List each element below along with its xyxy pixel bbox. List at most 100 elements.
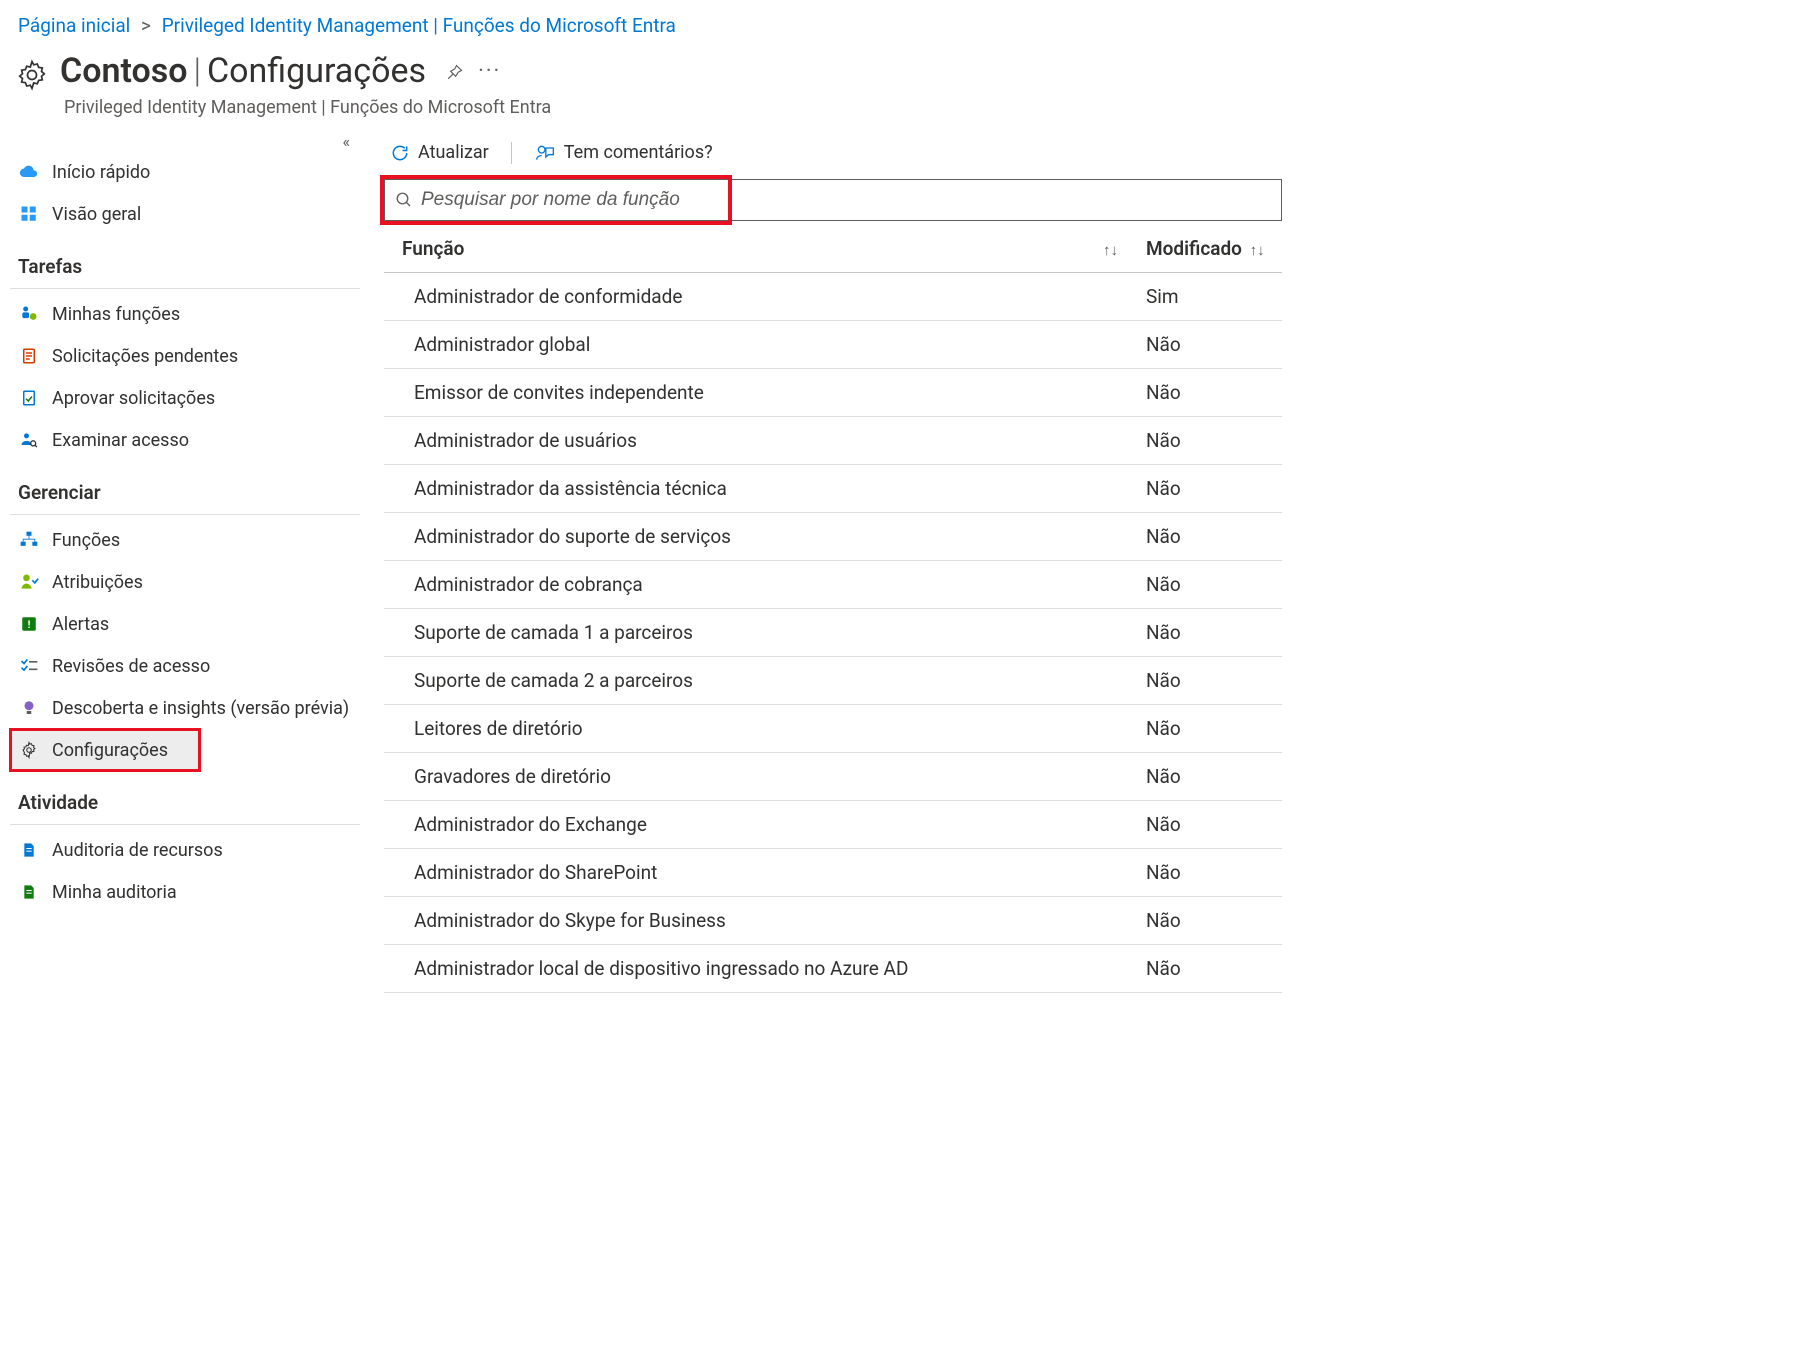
sidebar: « Início rápido Visão geral Tarefas Minh… bbox=[0, 132, 360, 913]
org-icon bbox=[18, 529, 40, 551]
cell-role: Emissor de convites independente bbox=[384, 369, 1132, 417]
document-green-icon bbox=[18, 881, 40, 903]
sidebar-item-my-audit[interactable]: Minha auditoria bbox=[10, 871, 360, 913]
sidebar-item-label: Minha auditoria bbox=[52, 882, 177, 903]
table-row[interactable]: Administrador da assistência técnicaNão bbox=[384, 465, 1282, 513]
cell-modified: Não bbox=[1132, 945, 1282, 993]
cell-role: Administrador global bbox=[384, 321, 1132, 369]
cell-modified: Não bbox=[1132, 609, 1282, 657]
sidebar-section-tasks: Tarefas bbox=[10, 235, 360, 289]
gear-icon bbox=[18, 739, 40, 761]
column-sort-role[interactable]: ↑↓ bbox=[1085, 225, 1132, 273]
toolbar: Atualizar Tem comentários? bbox=[384, 132, 1282, 179]
alert-icon: ! bbox=[18, 613, 40, 635]
feedback-button[interactable]: Tem comentários? bbox=[528, 138, 719, 167]
sidebar-section-activity: Atividade bbox=[10, 771, 360, 825]
cell-modified: Não bbox=[1132, 513, 1282, 561]
table-row[interactable]: Administrador do ExchangeNão bbox=[384, 801, 1282, 849]
cell-modified: Sim bbox=[1132, 273, 1282, 321]
cell-role: Suporte de camada 2 a parceiros bbox=[384, 657, 1132, 705]
sidebar-item-assignments[interactable]: Atribuições bbox=[10, 561, 360, 603]
sidebar-item-label: Examinar acesso bbox=[52, 430, 189, 451]
cell-role: Administrador de usuários bbox=[384, 417, 1132, 465]
cell-modified: Não bbox=[1132, 705, 1282, 753]
breadcrumb: Página inicial > Privileged Identity Man… bbox=[0, 0, 1282, 45]
refresh-button[interactable]: Atualizar bbox=[384, 138, 495, 167]
sidebar-item-pending-requests[interactable]: Solicitações pendentes bbox=[10, 335, 360, 377]
sidebar-item-discovery[interactable]: Descoberta e insights (versão prévia) bbox=[10, 687, 360, 729]
table-row[interactable]: Leitores de diretórioNão bbox=[384, 705, 1282, 753]
cell-modified: Não bbox=[1132, 849, 1282, 897]
table-row[interactable]: Administrador do Skype for BusinessNão bbox=[384, 897, 1282, 945]
cell-role: Leitores de diretório bbox=[384, 705, 1132, 753]
column-header-modified[interactable]: Modificado ↑↓ bbox=[1132, 225, 1282, 273]
checklist-icon bbox=[18, 655, 40, 677]
sidebar-item-label: Funções bbox=[52, 530, 120, 551]
refresh-label: Atualizar bbox=[418, 142, 489, 163]
sidebar-item-label: Início rápido bbox=[52, 162, 150, 183]
cell-role: Administrador do Exchange bbox=[384, 801, 1132, 849]
search-input[interactable] bbox=[421, 189, 1271, 211]
toolbar-divider bbox=[511, 142, 512, 164]
cell-role: Administrador de conformidade bbox=[384, 273, 1132, 321]
sidebar-item-label: Atribuições bbox=[52, 572, 143, 593]
sidebar-item-access-reviews[interactable]: Revisões de acesso bbox=[10, 645, 360, 687]
cell-modified: Não bbox=[1132, 657, 1282, 705]
sidebar-item-quickstart[interactable]: Início rápido bbox=[10, 151, 360, 193]
sidebar-item-roles[interactable]: Funções bbox=[10, 519, 360, 561]
table-row[interactable]: Administrador local de dispositivo ingre… bbox=[384, 945, 1282, 993]
chevron-right-icon: > bbox=[141, 14, 151, 37]
table-row[interactable]: Gravadores de diretórioNão bbox=[384, 753, 1282, 801]
feedback-label: Tem comentários? bbox=[564, 142, 713, 163]
sidebar-item-label: Revisões de acesso bbox=[52, 656, 210, 677]
table-row[interactable]: Suporte de camada 1 a parceirosNão bbox=[384, 609, 1282, 657]
sidebar-item-alerts[interactable]: ! Alertas bbox=[10, 603, 360, 645]
cell-role: Suporte de camada 1 a parceiros bbox=[384, 609, 1132, 657]
clipboard-check-icon bbox=[18, 387, 40, 409]
collapse-sidebar-icon[interactable]: « bbox=[10, 132, 360, 151]
breadcrumb-home[interactable]: Página inicial bbox=[18, 14, 130, 37]
table-row[interactable]: Administrador globalNão bbox=[384, 321, 1282, 369]
sidebar-item-label: Solicitações pendentes bbox=[52, 346, 238, 367]
cloud-icon bbox=[18, 161, 40, 183]
sidebar-item-resource-audit[interactable]: Auditoria de recursos bbox=[10, 829, 360, 871]
sidebar-item-overview[interactable]: Visão geral bbox=[10, 193, 360, 235]
sidebar-item-review-access[interactable]: Examinar acesso bbox=[10, 419, 360, 461]
table-row[interactable]: Administrador de conformidadeSim bbox=[384, 273, 1282, 321]
more-icon[interactable]: ··· bbox=[478, 59, 501, 84]
cell-role: Gravadores de diretório bbox=[384, 753, 1132, 801]
sidebar-item-settings[interactable]: Configurações bbox=[10, 729, 200, 771]
cell-modified: Não bbox=[1132, 753, 1282, 801]
table-row[interactable]: Administrador do SharePointNão bbox=[384, 849, 1282, 897]
pin-icon[interactable] bbox=[444, 63, 464, 83]
cell-role: Administrador local de dispositivo ingre… bbox=[384, 945, 1132, 993]
gear-icon bbox=[14, 57, 50, 93]
sidebar-item-label: Configurações bbox=[52, 740, 168, 761]
person-assign-icon bbox=[18, 571, 40, 593]
person-search-icon bbox=[18, 429, 40, 451]
breadcrumb-pim[interactable]: Privileged Identity Management | Funções… bbox=[162, 14, 676, 37]
table-row[interactable]: Administrador de usuáriosNão bbox=[384, 417, 1282, 465]
table-row[interactable]: Administrador do suporte de serviçosNão bbox=[384, 513, 1282, 561]
search-input-container[interactable] bbox=[384, 179, 1282, 221]
document-icon bbox=[18, 839, 40, 861]
table-row[interactable]: Emissor de convites independenteNão bbox=[384, 369, 1282, 417]
lightbulb-icon bbox=[18, 697, 40, 719]
cell-modified: Não bbox=[1132, 561, 1282, 609]
person-roles-icon bbox=[18, 303, 40, 325]
table-row[interactable]: Suporte de camada 2 a parceirosNão bbox=[384, 657, 1282, 705]
search-icon bbox=[395, 191, 413, 209]
cell-role: Administrador do suporte de serviços bbox=[384, 513, 1132, 561]
clipboard-icon bbox=[18, 345, 40, 367]
column-header-role[interactable]: Função bbox=[384, 225, 1085, 273]
cell-modified: Não bbox=[1132, 369, 1282, 417]
roles-table: Função ↑↓ Modificado ↑↓ Administrador de… bbox=[384, 225, 1282, 993]
sidebar-section-manage: Gerenciar bbox=[10, 461, 360, 515]
sidebar-item-approve-requests[interactable]: Aprovar solicitações bbox=[10, 377, 360, 419]
table-row[interactable]: Administrador de cobrançaNão bbox=[384, 561, 1282, 609]
sidebar-item-label: Descoberta e insights (versão prévia) bbox=[52, 698, 349, 719]
cell-modified: Não bbox=[1132, 465, 1282, 513]
sidebar-item-label: Alertas bbox=[52, 614, 109, 635]
sidebar-item-my-roles[interactable]: Minhas funções bbox=[10, 293, 360, 335]
cell-role: Administrador de cobrança bbox=[384, 561, 1132, 609]
